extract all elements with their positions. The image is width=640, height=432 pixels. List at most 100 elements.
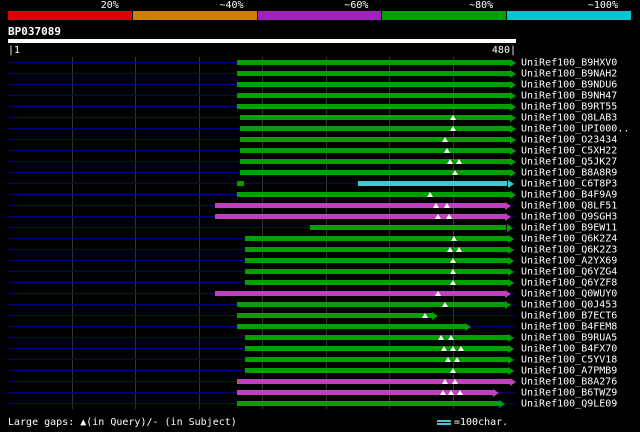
subject-label[interactable]: UniRef100_Q9SGH3 [521,211,617,222]
subject-label[interactable]: UniRef100_Q8LF51 [521,200,617,211]
alignment-row: UniRef100_Q6YZF8 [0,277,640,288]
alignment-segment[interactable] [245,279,508,285]
alignment-segment[interactable] [239,125,510,131]
alignment-segment[interactable] [236,59,510,65]
arrowhead-icon [505,201,512,210]
subject-label[interactable]: UniRef100_UPI000.. [521,123,629,134]
subject-label[interactable]: UniRef100_Q6YZF8 [521,277,617,288]
alignment-segment[interactable] [215,202,506,208]
subject-label[interactable]: UniRef100_Q6K2Z3 [521,244,617,255]
subject-label[interactable]: UniRef100_B6TWZ9 [521,387,617,398]
alignment-row: UniRef100_O23434 [0,134,640,145]
alignment-segment[interactable] [245,367,508,373]
gap-triangle-icon [441,345,447,351]
gap-triangle-icon [453,356,460,362]
gap-triangle-icon [449,279,456,285]
scale-segment-red [8,11,133,20]
alignment-segment[interactable] [236,378,510,384]
alignment-segment[interactable] [236,312,433,318]
subject-label[interactable]: UniRef100_Q6K2Z4 [521,233,617,244]
subject-label[interactable]: UniRef100_B9EW11 [521,222,617,233]
alignment-segment[interactable] [236,92,510,98]
subject-label[interactable]: UniRef100_B9NH47 [521,90,617,101]
subject-label[interactable]: UniRef100_Q8LAB3 [521,112,617,123]
alignment-segment[interactable] [215,290,506,296]
alignment-segment[interactable] [245,356,508,362]
subject-label[interactable]: UniRef100_B4FEM8 [521,321,617,332]
gap-triangle-icon [447,246,454,252]
arrowhead-icon [505,289,512,298]
alignment-segment[interactable] [245,268,508,274]
subject-label[interactable]: UniRef100_B7ECT6 [521,310,617,321]
scale-label-80: ~80% [469,0,494,11]
gap-triangle-icon [449,257,456,263]
subject-label[interactable]: UniRef100_Q9LE09 [521,398,617,409]
cyan-scale-icon [437,420,451,425]
alignment-segment[interactable] [236,180,244,186]
alignment-segment[interactable] [245,246,508,252]
subject-label[interactable]: UniRef100_B9NDU6 [521,79,617,90]
scale-label-40: ~40% [219,0,244,11]
scale-legend-text: =100char. [454,417,509,428]
alignment-row: UniRef100_B7ECT6 [0,310,640,321]
alignment-row: UniRef100_B4F9A9 [0,189,640,200]
alignment-segment[interactable] [239,169,510,175]
alignment-row: UniRef100_B9EW11 [0,222,640,233]
subject-label[interactable]: UniRef100_B8A8R9 [521,167,617,178]
alignment-segment[interactable] [309,224,507,230]
alignment-segment[interactable] [236,81,510,87]
subject-label[interactable]: UniRef100_B9NAH2 [521,68,617,79]
query-bar [8,39,516,43]
alignment-segment[interactable] [239,147,510,153]
subject-label[interactable]: UniRef100_C5XH22 [521,145,617,156]
arrowhead-icon [507,278,514,287]
scale-percent-labels: 20% ~40% ~60% ~80% ~100% [8,0,632,11]
subject-label[interactable]: UniRef100_A7PMB9 [521,365,617,376]
alignment-segment[interactable] [245,257,508,263]
subject-label[interactable]: UniRef100_Q6YZG4 [521,266,617,277]
gap-triangle-icon [451,169,458,175]
ruler: |1 480| [8,45,516,56]
subject-label[interactable]: UniRef100_Q0WUY0 [521,288,617,299]
subject-label[interactable]: UniRef100_B4F9A9 [521,189,617,200]
gap-triangle-icon [434,213,441,219]
alignment-segment[interactable] [245,334,508,340]
subject-label[interactable]: UniRef100_C6T8P3 [521,178,617,189]
alignment-segment[interactable] [236,301,506,307]
alignment-segment[interactable] [236,70,510,76]
gap-triangle-icon [458,345,464,351]
alignment-segment[interactable] [236,191,510,197]
arrowhead-icon [507,256,514,265]
subject-label[interactable]: UniRef100_C5YV18 [521,354,617,365]
alignment-segment[interactable] [245,345,508,351]
alignment-row: UniRef100_UPI000.. [0,123,640,134]
gaps-legend: Large gaps: ▲(in Query)/- (in Subject) [8,417,237,428]
alignment-row: UniRef100_B9HXV0 [0,57,640,68]
alignment-segment[interactable] [236,103,510,109]
gap-triangle-icon [444,202,451,208]
subject-label[interactable]: UniRef100_B9RT55 [521,101,617,112]
alignment-segment[interactable] [236,400,500,406]
alignment-row: UniRef100_Q0J453 [0,299,640,310]
alignment-segment[interactable] [358,180,508,186]
alignment-row: UniRef100_C5XH22 [0,145,640,156]
alignment-segment[interactable] [239,136,510,142]
subject-label[interactable]: UniRef100_B8A276 [521,376,617,387]
arrowhead-icon [432,311,439,320]
alignment-segment[interactable] [245,235,508,241]
scale-segment-purple [257,11,383,20]
alignment-segment[interactable] [236,323,466,329]
subject-label[interactable]: UniRef100_Q0J453 [521,299,617,310]
arrowhead-icon [499,399,506,408]
alignment-segment[interactable] [239,114,510,120]
gap-triangle-icon [449,268,456,274]
alignment-segment[interactable] [239,158,510,164]
subject-label[interactable]: UniRef100_B9RUA5 [521,332,617,343]
subject-label[interactable]: UniRef100_A2YX69 [521,255,617,266]
subject-label[interactable]: UniRef100_B9HXV0 [521,57,617,68]
subject-label[interactable]: UniRef100_Q5JK27 [521,156,617,167]
subject-label[interactable]: UniRef100_B4FX70 [521,343,617,354]
subject-label[interactable]: UniRef100_O23434 [521,134,617,145]
arrowhead-icon [507,366,514,375]
alignment-segment[interactable] [215,213,506,219]
